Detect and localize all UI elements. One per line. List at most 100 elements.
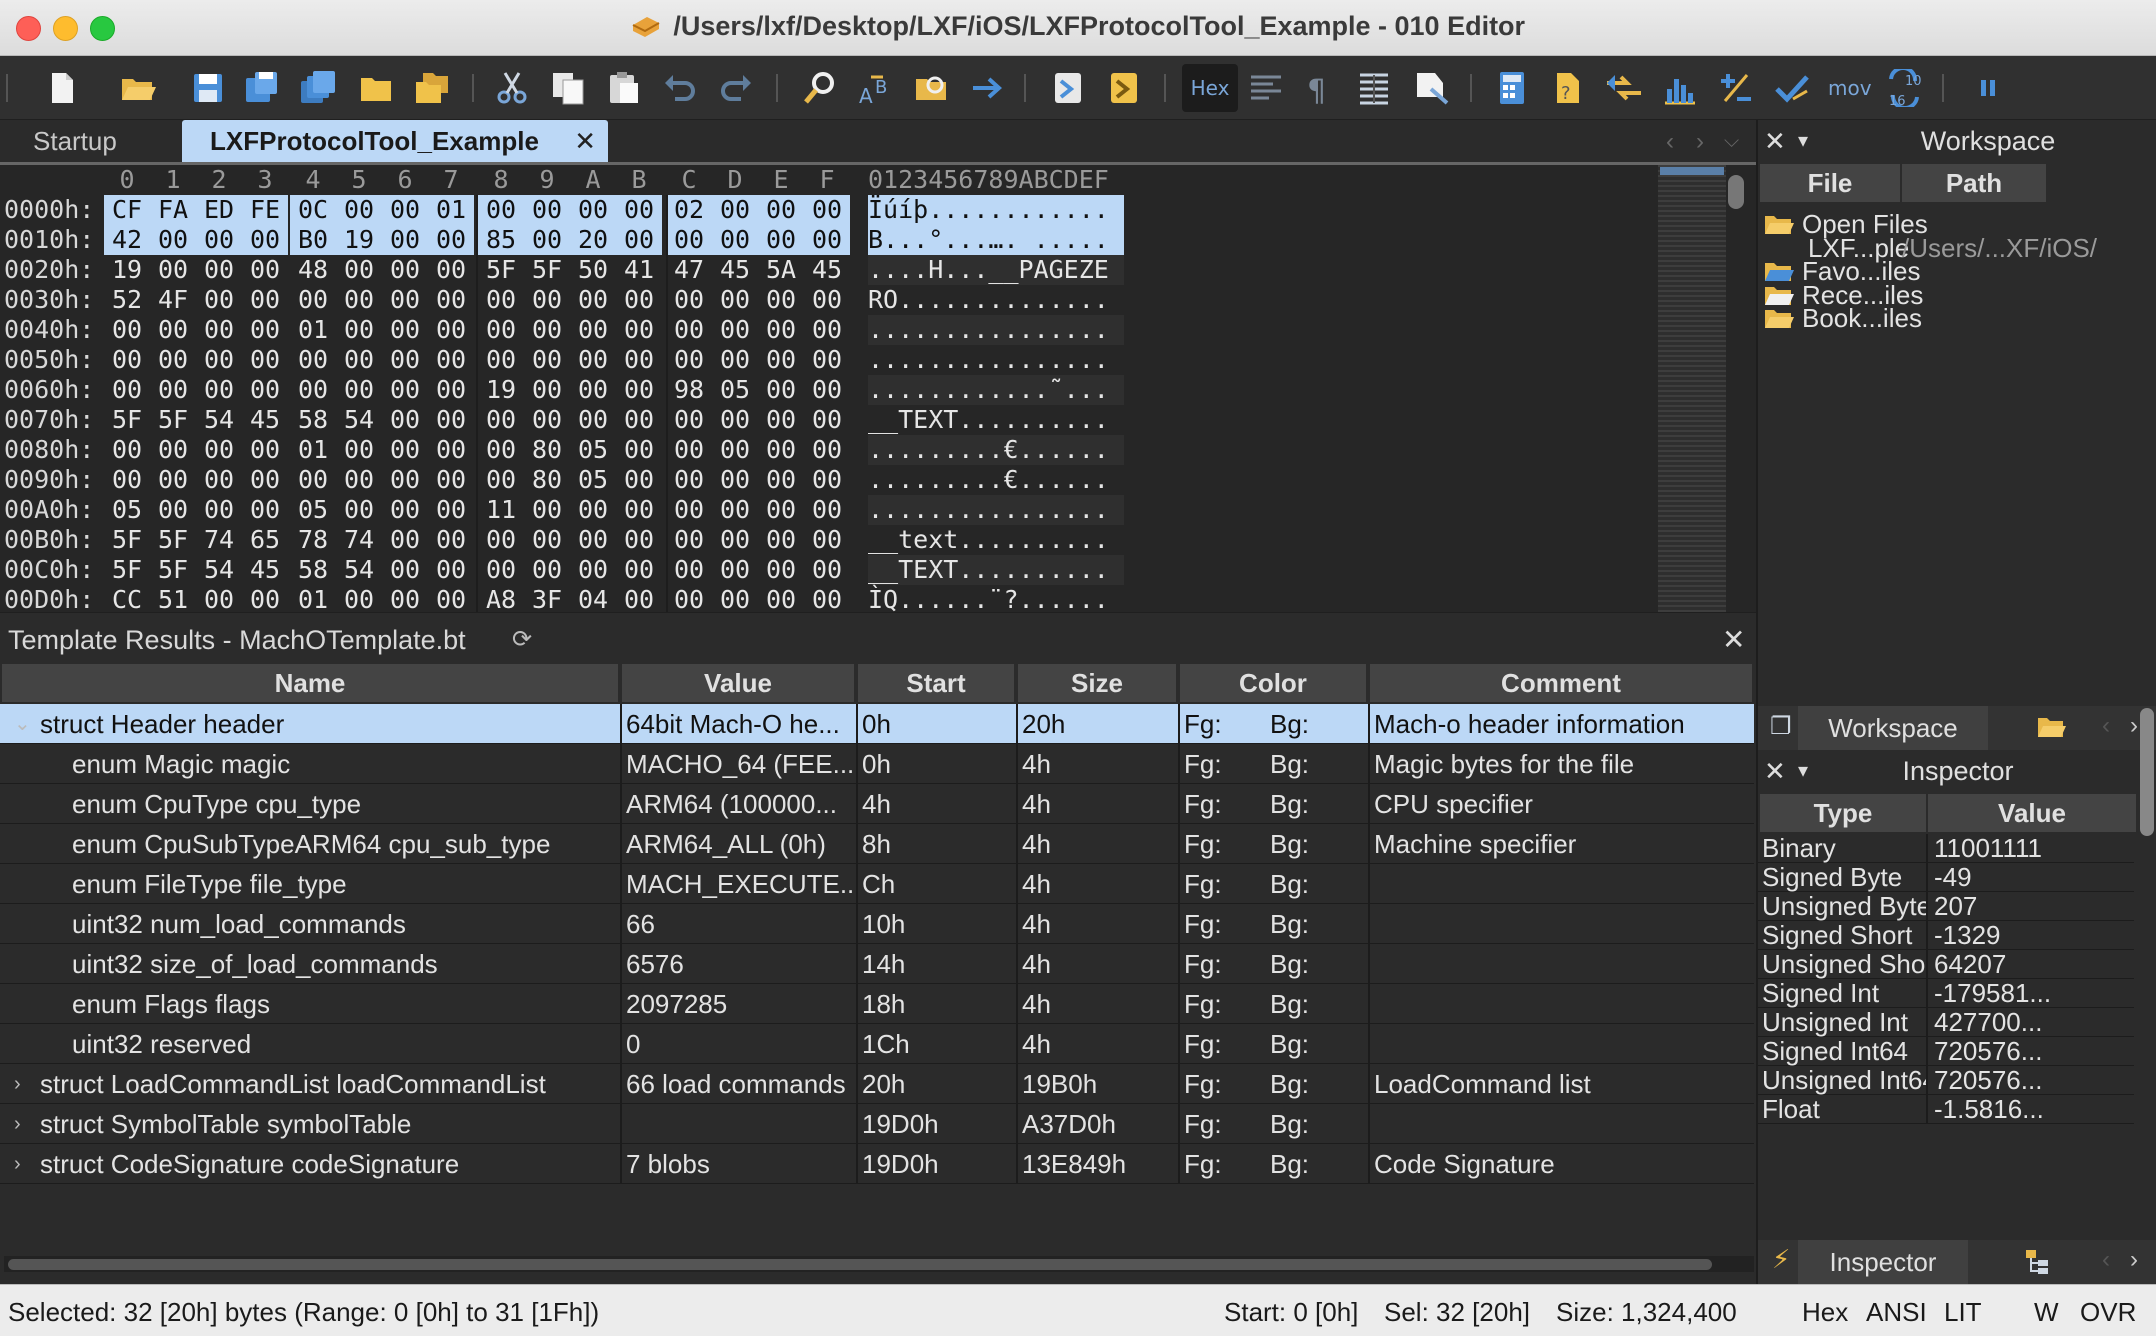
hex-byte[interactable]: 00 [242, 285, 288, 315]
hex-byte[interactable]: 00 [382, 315, 428, 345]
template-header-color[interactable]: Color [1180, 664, 1368, 702]
hex-byte[interactable]: 00 [804, 525, 850, 555]
template-fg-color-cell[interactable]: Fg: [1184, 824, 1244, 864]
hex-byte[interactable]: 00 [758, 285, 804, 315]
hex-byte[interactable]: 00 [336, 195, 382, 225]
hex-byte[interactable]: 05 [570, 465, 616, 495]
close-tab-icon[interactable]: ✕ [574, 120, 596, 162]
hex-byte[interactable]: 00 [758, 345, 804, 375]
hex-byte[interactable]: 00 [616, 525, 662, 555]
hex-byte[interactable]: FE [242, 195, 288, 225]
hex-byte[interactable]: 00 [524, 195, 570, 225]
cut-icon[interactable] [490, 66, 534, 110]
hex-byte[interactable]: 00 [712, 495, 758, 525]
hex-byte[interactable]: 00 [712, 435, 758, 465]
hex-byte[interactable]: 00 [428, 375, 474, 405]
template-fg-color-cell[interactable]: Fg: [1184, 864, 1244, 904]
hex-ascii-text[interactable]: __TEXT.......... [868, 405, 1124, 435]
save-icon[interactable] [186, 66, 230, 110]
hex-byte[interactable]: 45 [712, 255, 758, 285]
hex-byte[interactable]: 00 [336, 315, 382, 345]
hex-byte[interactable]: 00 [666, 405, 712, 435]
hex-byte[interactable]: 00 [524, 495, 570, 525]
hex-byte[interactable]: 00 [336, 465, 382, 495]
template-bg-color-cell[interactable]: Bg: [1270, 1024, 1330, 1064]
hex-byte[interactable]: 00 [758, 315, 804, 345]
hex-byte[interactable]: 05 [104, 495, 150, 525]
hex-byte[interactable]: 47 [666, 255, 712, 285]
hex-byte[interactable]: 00 [712, 315, 758, 345]
hex-byte[interactable]: 00 [428, 345, 474, 375]
hex-row[interactable]: 0060h: 00 00 00 00 00 00 00 00 19 00 00 00 98 05 00 00..… [0, 375, 1660, 405]
hex-byte[interactable]: 00 [242, 585, 288, 612]
template-row[interactable]: enum CpuSubTypeARM64 cpu_sub_type ARM64_A… [0, 824, 1754, 864]
template-row[interactable]: uint32 num_load_commands 66 10h 4h Fg: Bg: [0, 904, 1754, 944]
calculator-icon[interactable] [1490, 66, 1534, 110]
hex-byte[interactable]: 5F [104, 525, 150, 555]
template-fg-color-cell[interactable]: Fg: [1184, 744, 1244, 784]
hex-byte[interactable]: 00 [428, 465, 474, 495]
hex-byte[interactable]: 00 [382, 225, 428, 255]
hex-ascii-text[interactable]: RO.............. [868, 285, 1124, 315]
tab-inspector[interactable]: Inspector [1798, 1240, 1968, 1284]
inspector-row[interactable]: Unsigned Int64 720576... [1758, 1066, 2134, 1095]
hex-byte[interactable]: 58 [290, 555, 336, 585]
paste-icon[interactable] [602, 66, 646, 110]
hex-byte[interactable]: 5F [104, 555, 150, 585]
columns-icon[interactable] [1352, 66, 1396, 110]
workspace-file-header[interactable]: File [1760, 164, 1900, 202]
hex-byte[interactable]: 00 [712, 555, 758, 585]
template-row[interactable]: ⌄ struct Header header 64bit Mach-O he... 0… [0, 704, 1754, 744]
hex-byte[interactable]: 80 [524, 435, 570, 465]
hex-ascii-text[interactable]: ÌQ......¨?...... [868, 585, 1124, 612]
hex-minimap[interactable] [1658, 165, 1726, 612]
hex-byte[interactable]: 00 [150, 255, 196, 285]
hex-byte[interactable]: 00 [336, 345, 382, 375]
hex-byte[interactable]: 00 [570, 495, 616, 525]
hex-byte[interactable]: 00 [478, 195, 524, 225]
hex-byte[interactable]: 00 [104, 435, 150, 465]
hex-byte[interactable]: 00 [242, 255, 288, 285]
hex-byte[interactable]: 00 [104, 315, 150, 345]
open-folder-icon[interactable] [354, 66, 398, 110]
hex-byte[interactable]: 00 [666, 225, 712, 255]
hex-byte[interactable]: 00 [804, 405, 850, 435]
hex-byte[interactable]: 00 [242, 495, 288, 525]
hex-byte[interactable]: 00 [616, 585, 662, 612]
text-mode-icon[interactable] [1244, 66, 1288, 110]
hex-byte[interactable]: 74 [336, 525, 382, 555]
hex-byte[interactable]: 00 [758, 585, 804, 612]
hex-byte[interactable]: 78 [290, 525, 336, 555]
hex-byte[interactable]: 00 [196, 225, 242, 255]
hex-byte[interactable]: 00 [712, 405, 758, 435]
hex-byte[interactable]: 00 [382, 525, 428, 555]
hex-byte[interactable]: 00 [290, 375, 336, 405]
hex-byte[interactable]: 00 [804, 195, 850, 225]
template-row[interactable]: enum Magic magic MACHO_64 (FEE... 0h 4h Fg: B… [0, 744, 1754, 784]
hex-byte[interactable]: 11 [478, 495, 524, 525]
template-horizontal-scrollbar[interactable] [8, 1259, 1712, 1270]
inspector-value-cell[interactable]: 11001111 [1934, 834, 2132, 863]
hex-byte[interactable]: 98 [666, 375, 712, 405]
disassembler-button[interactable]: mov [1828, 68, 1872, 108]
hex-byte[interactable]: 04 [570, 585, 616, 612]
hex-byte[interactable]: 00 [758, 435, 804, 465]
hex-byte[interactable]: 00 [428, 285, 474, 315]
hex-byte[interactable]: 00 [804, 435, 850, 465]
template-bg-color-cell[interactable]: Bg: [1270, 784, 1330, 824]
template-header-name[interactable]: Name [2, 664, 620, 702]
template-fg-color-cell[interactable]: Fg: [1184, 1064, 1244, 1104]
hex-byte[interactable]: 5F [524, 255, 570, 285]
hex-byte[interactable]: 00 [336, 255, 382, 285]
hex-byte[interactable]: 00 [196, 435, 242, 465]
inspector-row[interactable]: Signed Short -1329 [1758, 921, 2134, 950]
hex-byte[interactable]: 74 [196, 525, 242, 555]
hex-byte[interactable]: 00 [570, 405, 616, 435]
hex-byte[interactable]: 00 [336, 435, 382, 465]
hex-byte[interactable]: 00 [616, 465, 662, 495]
hex-ascii-text[interactable]: __text.......... [868, 525, 1124, 555]
hex-byte[interactable]: 01 [290, 315, 336, 345]
inspector-row[interactable]: Unsigned Short 64207 [1758, 950, 2134, 979]
template-row[interactable]: uint32 reserved 0 1Ch 4h Fg: Bg: [0, 1024, 1754, 1064]
run-template-icon[interactable] [1102, 66, 1146, 110]
